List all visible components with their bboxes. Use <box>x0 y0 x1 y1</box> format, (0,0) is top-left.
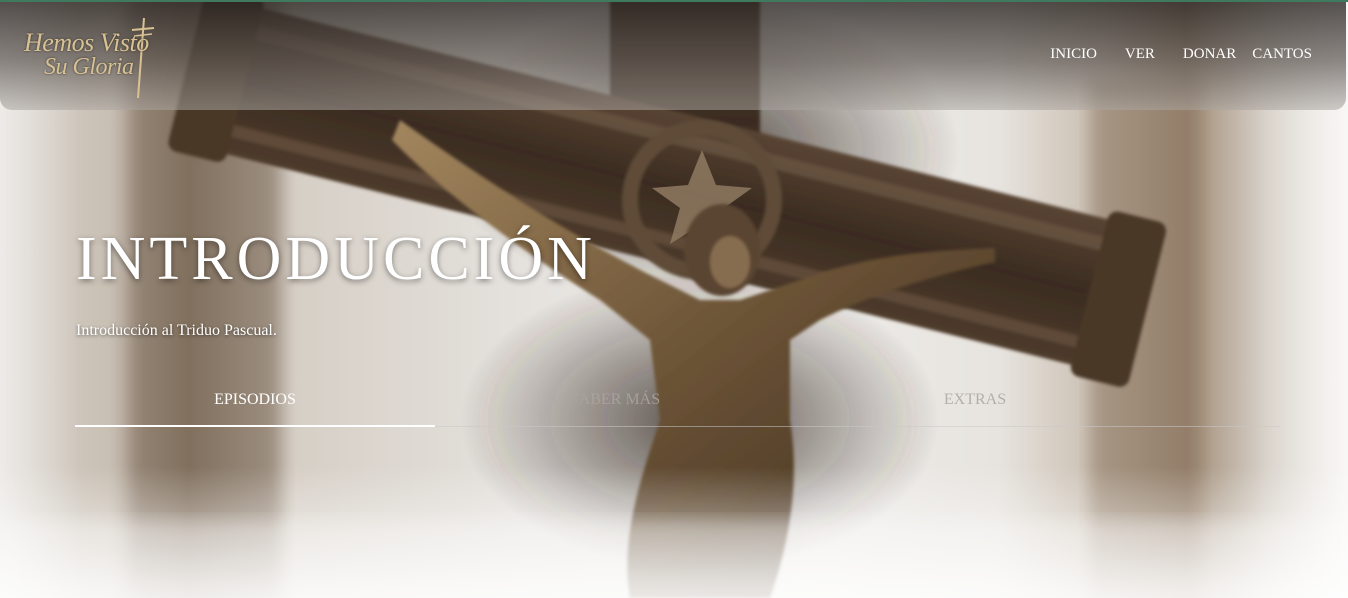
content-tabs: EPISODIOS SABER MÁS EXTRAS <box>75 386 1280 427</box>
page: Hemos Visto Su Gloria INICIO VER DONAR C… <box>0 0 1348 598</box>
main-nav: INICIO VER DONAR CANTOS <box>1050 46 1312 63</box>
page-subtitle: Introducción al Triduo Pascual. <box>76 322 277 339</box>
page-title: INTRODUCCIÓN <box>76 225 596 293</box>
nav-item-cantos[interactable]: CANTOS <box>1252 46 1312 63</box>
top-accent-bar <box>0 0 1348 2</box>
nav-item-ver[interactable]: VER <box>1125 46 1155 63</box>
tab-extras[interactable]: EXTRAS <box>795 386 1155 426</box>
site-logo[interactable]: Hemos Visto Su Gloria <box>22 16 170 100</box>
tab-saber-mas[interactable]: SABER MÁS <box>435 386 795 426</box>
tab-episodios[interactable]: EPISODIOS <box>75 386 435 427</box>
nav-item-donar[interactable]: DONAR <box>1183 46 1236 63</box>
logo-text-line2: Su Gloria <box>44 54 134 80</box>
site-header: Hemos Visto Su Gloria INICIO VER DONAR C… <box>0 2 1346 110</box>
nav-item-inicio[interactable]: INICIO <box>1050 46 1097 63</box>
